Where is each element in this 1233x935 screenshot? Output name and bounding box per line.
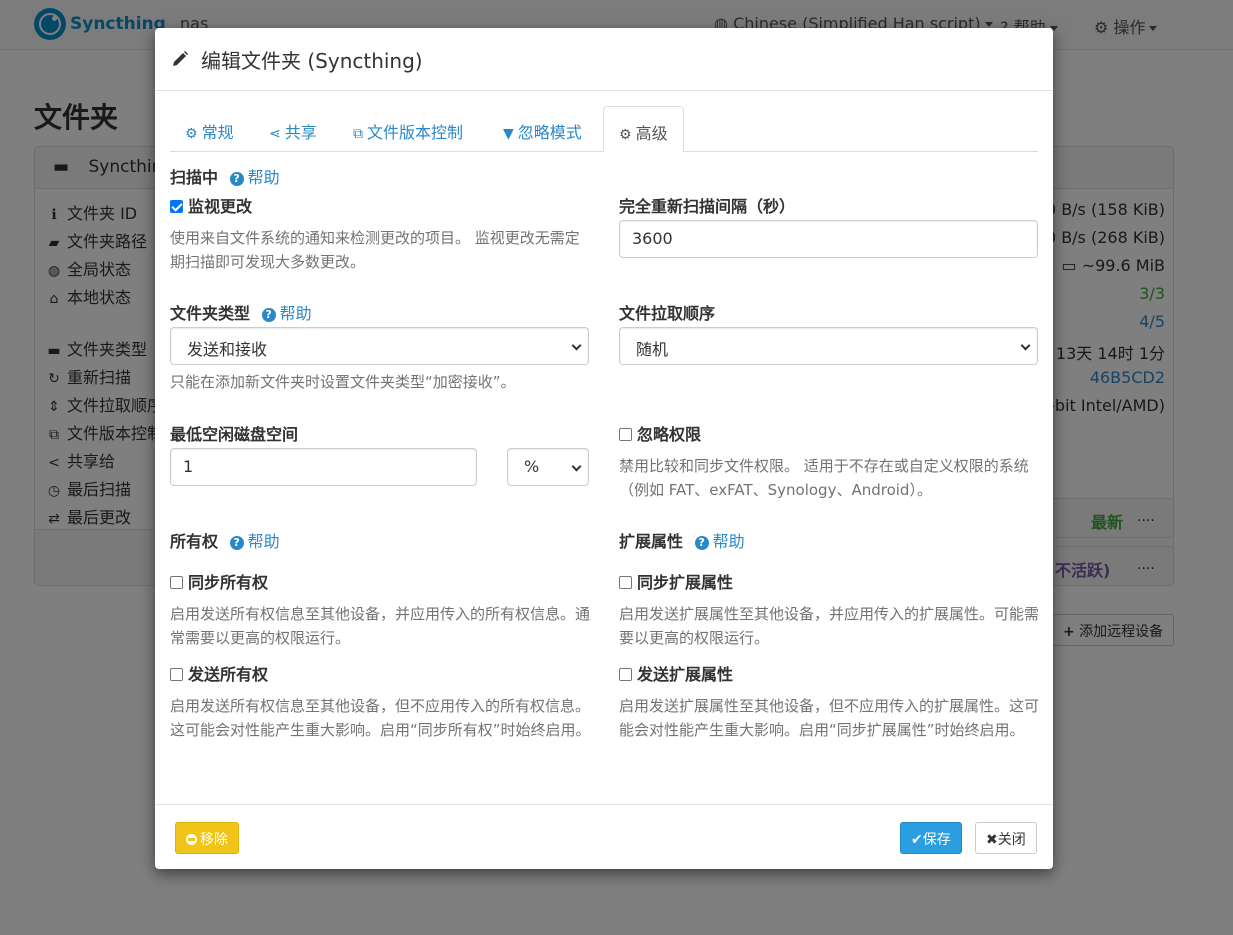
min-disk-free-unit: % xyxy=(524,457,540,476)
ownership-help-link[interactable]: ? 帮助 xyxy=(229,532,280,551)
ownership-title-text: 所有权 xyxy=(170,532,219,551)
gear-icon: ⚙ xyxy=(185,126,198,142)
share-icon: ⋖ xyxy=(269,126,281,142)
scanning-title: 扫描中 ? 帮助 xyxy=(170,164,280,188)
pencil-icon xyxy=(173,51,188,66)
send-ownership-checkbox[interactable] xyxy=(170,668,183,681)
folder-type-hint: 只能在添加新文件夹时设置文件夹类型“加密接收”。 xyxy=(170,373,516,391)
tab-label: 共享 xyxy=(284,123,317,142)
help-text: 帮助 xyxy=(279,304,312,323)
folder-type-title: 文件夹类型 ? 帮助 xyxy=(170,300,312,324)
folder-type-value: 发送和接收 xyxy=(187,340,268,359)
modal-header: 编辑文件夹 (Syncthing) xyxy=(155,28,1053,91)
question-circle-icon: ? xyxy=(694,536,709,550)
check-icon: ✔ xyxy=(911,832,923,848)
question-circle-icon: ? xyxy=(261,308,276,322)
ignore-permissions-option[interactable]: 忽略权限 xyxy=(619,421,701,445)
pull-order-label: 文件拉取顺序 xyxy=(619,304,716,323)
scanning-help-link[interactable]: ? 帮助 xyxy=(229,168,280,187)
folder-type-label: 文件夹类型 xyxy=(170,304,251,323)
send-ownership-label: 发送所有权 xyxy=(188,665,269,684)
sync-xattrs-checkbox[interactable] xyxy=(619,576,632,589)
tab-ignore-patterns[interactable]: ▼ 忽略模式 xyxy=(488,106,597,152)
tab-label: 文件版本控制 xyxy=(367,123,464,142)
ignore-permissions-hint: 禁用比较和同步文件权限。 适用于不存在或自定义权限的系统（例如 FAT、exFA… xyxy=(619,457,1029,499)
close-label: 关闭 xyxy=(997,832,1026,848)
rescan-interval-label: 完全重新扫描间隔（秒） xyxy=(619,197,796,216)
tab-file-versioning[interactable]: ⧉ 文件版本控制 xyxy=(338,106,478,152)
tab-advanced[interactable]: ⚙ 高级 xyxy=(603,106,684,153)
remove-button[interactable]: 移除 xyxy=(175,822,239,854)
rescan-interval-input[interactable]: 3600 xyxy=(619,220,1038,258)
filter-icon: ▼ xyxy=(503,126,514,142)
sync-ownership-hint: 启用发送所有权信息至其他设备，并应用传入的所有权信息。通常需要以更高的权限运行。 xyxy=(170,605,591,647)
tab-general[interactable]: ⚙ 常规 xyxy=(170,106,249,152)
send-ownership-hint: 启用发送所有权信息至其他设备，但不应用传入的所有权信息。这可能会对性能产生重大影… xyxy=(170,697,591,739)
question-circle-icon: ? xyxy=(229,172,244,186)
sync-xattrs-label: 同步扩展属性 xyxy=(637,573,734,592)
folder-type-help-link[interactable]: ? 帮助 xyxy=(261,304,312,323)
gears-icon: ⚙ xyxy=(619,127,632,143)
ownership-title: 所有权 ? 帮助 xyxy=(170,528,280,552)
watch-changes-checkbox[interactable] xyxy=(170,200,183,213)
send-ownership-option[interactable]: 发送所有权 xyxy=(170,661,268,685)
watch-changes-option[interactable]: 监视更改 xyxy=(170,193,252,217)
sync-xattrs-option[interactable]: 同步扩展属性 xyxy=(619,569,733,593)
help-text: 帮助 xyxy=(247,168,280,187)
edit-folder-modal: 编辑文件夹 (Syncthing) ⚙ 常规 ⋖ 共享 ⧉ 文件版本控制 ▼ 忽略模式 … xyxy=(155,28,1053,869)
minus-circle-icon xyxy=(186,834,197,845)
chevron-down-icon xyxy=(571,340,582,351)
watch-changes-label: 监视更改 xyxy=(188,197,253,216)
send-xattrs-checkbox[interactable] xyxy=(619,668,632,681)
tab-label: 高级 xyxy=(635,124,668,143)
copy-icon: ⧉ xyxy=(353,126,363,142)
pull-order-value: 随机 xyxy=(636,340,669,359)
sync-ownership-checkbox[interactable] xyxy=(170,576,183,589)
save-button[interactable]: ✔保存 xyxy=(900,822,962,854)
tab-label: 忽略模式 xyxy=(517,123,582,142)
tab-label: 常规 xyxy=(201,123,234,142)
close-button[interactable]: ✖关闭 xyxy=(975,822,1037,854)
sync-ownership-option[interactable]: 同步所有权 xyxy=(170,569,268,593)
sync-xattrs-hint: 启用发送扩展属性至其他设备，并应用传入的扩展属性。可能需要以更高的权限运行。 xyxy=(619,605,1040,647)
min-disk-free-input[interactable]: 1 xyxy=(170,448,477,486)
send-xattrs-hint: 启用发送扩展属性至其他设备，但不应用传入的扩展属性。这可能会对性能产生重大影响。… xyxy=(619,697,1040,739)
xattrs-help-link[interactable]: ? 帮助 xyxy=(694,532,745,551)
question-circle-icon: ? xyxy=(229,536,244,550)
sync-ownership-label: 同步所有权 xyxy=(188,573,269,592)
min-disk-free-unit-select[interactable]: % xyxy=(507,448,589,486)
help-text: 帮助 xyxy=(247,532,280,551)
min-disk-free-label: 最低空闲磁盘空间 xyxy=(170,425,299,444)
ignore-permissions-label: 忽略权限 xyxy=(637,425,702,444)
xattrs-title: 扩展属性 ? 帮助 xyxy=(619,528,745,552)
send-xattrs-label: 发送扩展属性 xyxy=(637,665,734,684)
xattrs-title-text: 扩展属性 xyxy=(619,532,684,551)
close-icon: ✖ xyxy=(986,832,998,848)
ignore-permissions-checkbox[interactable] xyxy=(619,428,632,441)
chevron-down-icon xyxy=(571,461,582,472)
remove-label: 移除 xyxy=(200,832,228,848)
folder-type-select[interactable]: 发送和接收 xyxy=(170,327,589,365)
scanning-title-text: 扫描中 xyxy=(170,168,219,187)
send-xattrs-option[interactable]: 发送扩展属性 xyxy=(619,661,733,685)
modal-title: 编辑文件夹 (Syncthing) xyxy=(201,48,423,73)
save-label: 保存 xyxy=(922,832,951,848)
tab-bar: ⚙ 常规 ⋖ 共享 ⧉ 文件版本控制 ▼ 忽略模式 ⚙ 高级 xyxy=(170,106,1038,153)
modal-footer: 移除 ✔保存 ✖关闭 xyxy=(155,804,1053,869)
watch-changes-hint: 使用来自文件系统的通知来检测更改的项目。 监视更改无需定期扫描即可发现大多数更改… xyxy=(170,229,580,271)
tab-sharing[interactable]: ⋖ 共享 xyxy=(254,106,332,152)
pull-order-select[interactable]: 随机 xyxy=(619,327,1038,365)
help-text: 帮助 xyxy=(712,532,745,551)
chevron-down-icon xyxy=(1020,340,1031,351)
